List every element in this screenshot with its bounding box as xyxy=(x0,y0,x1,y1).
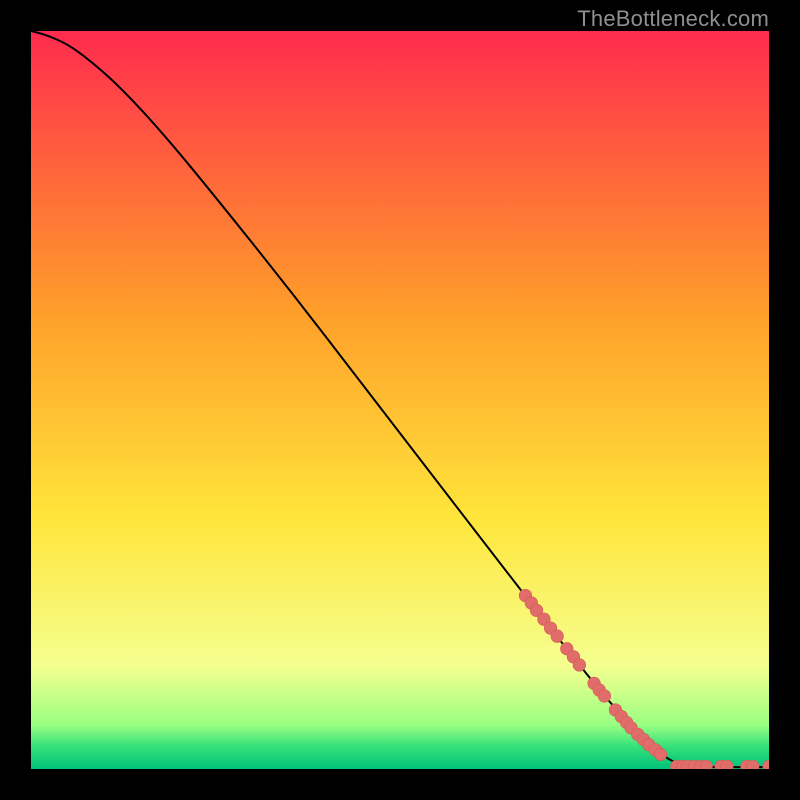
data-marker xyxy=(573,659,586,672)
data-marker xyxy=(551,630,564,643)
gradient-bg xyxy=(31,31,769,769)
data-marker xyxy=(598,690,611,703)
plot-area xyxy=(31,31,769,769)
watermark-text: TheBottleneck.com xyxy=(577,6,769,32)
data-marker xyxy=(654,748,667,761)
chart-frame: TheBottleneck.com xyxy=(0,0,800,800)
chart-svg xyxy=(31,31,769,769)
